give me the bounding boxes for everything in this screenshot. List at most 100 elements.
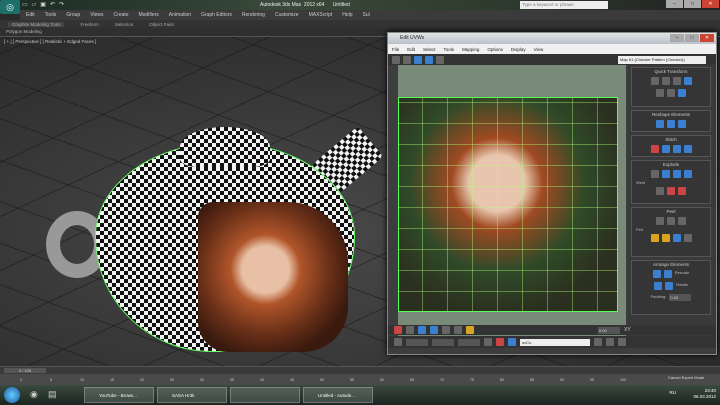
straighten-selection-icon[interactable] bbox=[656, 120, 664, 128]
expert-mode-button[interactable]: Cancel Expert Mode bbox=[668, 375, 704, 380]
language-indicator[interactable]: RU bbox=[670, 390, 677, 396]
open-icon[interactable]: ▱ bbox=[32, 1, 37, 8]
relax-icon[interactable] bbox=[667, 120, 675, 128]
freeform-icon[interactable] bbox=[425, 55, 433, 64]
menu-graph-editors[interactable]: Graph Editors bbox=[201, 12, 232, 18]
app-logo-button[interactable]: ◎ bbox=[0, 0, 20, 14]
menu-rendering[interactable]: Rendering bbox=[242, 12, 265, 18]
rotate-ccw-icon[interactable] bbox=[678, 89, 686, 97]
new-icon[interactable]: ▭ bbox=[22, 1, 28, 8]
flatten-icon[interactable] bbox=[672, 170, 681, 178]
relax-options-icon[interactable] bbox=[678, 120, 686, 128]
hide-icon[interactable] bbox=[496, 338, 504, 346]
save-icon[interactable]: ▣ bbox=[40, 1, 46, 8]
tab-freeform[interactable]: Freeform bbox=[80, 22, 98, 27]
stitch-source-icon[interactable] bbox=[672, 145, 681, 153]
rotate-icon[interactable] bbox=[403, 55, 411, 64]
uv-maximize-button[interactable]: □ bbox=[685, 34, 699, 42]
uv-close-button[interactable]: ✕ bbox=[700, 34, 714, 42]
time-slider-thumb[interactable]: 0 / 100 bbox=[4, 368, 46, 373]
edge-to-seam-icon[interactable] bbox=[661, 234, 670, 242]
absolute-mode-icon[interactable] bbox=[394, 338, 402, 346]
peel-mode-icon[interactable] bbox=[667, 217, 675, 225]
uv-menu-select[interactable]: Select bbox=[423, 47, 436, 52]
taskbar-item-folder[interactable]: SASA Hr3k bbox=[157, 387, 227, 403]
pan-icon[interactable] bbox=[594, 338, 602, 346]
uv-menu-file[interactable]: File bbox=[392, 47, 399, 52]
menu-group[interactable]: Group bbox=[66, 12, 80, 18]
rotate-90-icon[interactable] bbox=[683, 77, 692, 85]
minimize-button[interactable]: – bbox=[666, 0, 683, 8]
shrink-icon[interactable] bbox=[454, 326, 462, 334]
weld-selected-icon[interactable] bbox=[667, 187, 675, 195]
pelt-seam-icon[interactable] bbox=[650, 234, 659, 242]
menu-customize[interactable]: Customize bbox=[275, 12, 299, 18]
uv-menu-tools[interactable]: Tools bbox=[444, 47, 455, 52]
weld-target-icon[interactable] bbox=[656, 187, 664, 195]
uv-menu-display[interactable]: Display bbox=[511, 47, 526, 52]
taskbar-item-youtube[interactable]: YouTube - Brows... bbox=[84, 387, 154, 403]
rescale-checkbox[interactable]: Rescale bbox=[675, 270, 689, 278]
tab-object-paint[interactable]: Object Paint bbox=[149, 22, 174, 27]
stitch-avg-icon[interactable] bbox=[661, 145, 670, 153]
search-input[interactable]: Type a keyword or phrase bbox=[520, 1, 608, 9]
taskbar-item-program[interactable] bbox=[230, 387, 300, 403]
tab-graphite-modeling-tools[interactable]: Graphite Modeling Tools bbox=[8, 21, 65, 27]
pin-icon[interactable] bbox=[683, 234, 692, 242]
uv-menu-view[interactable]: View bbox=[534, 47, 544, 52]
align-icon[interactable] bbox=[650, 77, 659, 85]
maximize-button[interactable]: □ bbox=[684, 0, 701, 8]
detach-icon[interactable] bbox=[661, 170, 670, 178]
menu-tools[interactable]: Tools bbox=[45, 12, 57, 18]
uv-menu-options[interactable]: Options bbox=[487, 47, 503, 52]
v-field[interactable] bbox=[432, 338, 454, 346]
select-element-icon[interactable] bbox=[406, 326, 414, 334]
menu-sul[interactable]: Sul bbox=[363, 12, 370, 18]
edge-mode-icon[interactable] bbox=[430, 326, 438, 334]
straighten-icon[interactable] bbox=[656, 89, 664, 97]
select-mode-icon[interactable] bbox=[394, 326, 402, 334]
explorer-icon[interactable]: ▤ bbox=[48, 389, 57, 400]
zoom-icon[interactable] bbox=[606, 338, 614, 346]
uv-minimize-button[interactable]: – bbox=[670, 34, 684, 42]
flip-icon[interactable] bbox=[672, 77, 681, 85]
uv-menu-mapping[interactable]: Mapping bbox=[462, 47, 479, 52]
time-slider[interactable]: 0 / 100 bbox=[0, 366, 720, 374]
pack-normalize-icon[interactable] bbox=[663, 270, 672, 278]
start-button[interactable] bbox=[4, 387, 20, 403]
menu-modifiers[interactable]: Modifiers bbox=[138, 12, 158, 18]
pack-custom-icon[interactable] bbox=[654, 282, 663, 290]
spacing-icon[interactable] bbox=[667, 89, 675, 97]
quick-peel-icon[interactable] bbox=[656, 217, 664, 225]
freeze-icon[interactable] bbox=[508, 338, 516, 346]
track-bar[interactable]: 0 5 10 15 20 25 30 35 40 45 50 55 60 65 70 75 80 85 90 95 10… bbox=[0, 374, 720, 385]
taskbar-item-3dsmax[interactable]: Untitled - Autode... bbox=[303, 387, 373, 403]
menu-maxscript[interactable]: MAXScript bbox=[309, 12, 333, 18]
grow-icon[interactable] bbox=[442, 326, 450, 334]
u-field[interactable] bbox=[406, 338, 428, 346]
uv-menu-edit[interactable]: Edit bbox=[407, 47, 415, 52]
value-spinner[interactable]: 0.00 bbox=[598, 326, 620, 334]
uv-mesh[interactable] bbox=[398, 97, 618, 312]
clock-date[interactable]: 06.03.2012 bbox=[693, 394, 716, 400]
scale-icon[interactable] bbox=[414, 55, 422, 64]
menu-animation[interactable]: Animation bbox=[169, 12, 191, 18]
viewport-label[interactable]: [ + ] [ Perspective ] [ Realistic + Edge… bbox=[4, 39, 96, 44]
zoom-region-icon[interactable] bbox=[618, 338, 626, 346]
channel-dropdown[interactable]: uvCo bbox=[520, 338, 590, 346]
soft-select-icon[interactable] bbox=[466, 326, 474, 334]
redo-icon[interactable]: ↷ bbox=[59, 1, 64, 8]
stitch-target-icon[interactable] bbox=[650, 145, 659, 153]
xy-toggle[interactable]: XY bbox=[624, 327, 631, 333]
menu-create[interactable]: Create bbox=[113, 12, 128, 18]
menu-help[interactable]: Help bbox=[342, 12, 352, 18]
mirror-icon[interactable] bbox=[436, 55, 444, 64]
media-player-icon[interactable]: ◉ bbox=[30, 389, 38, 400]
pack-together-icon[interactable] bbox=[665, 282, 674, 290]
tab-selection[interactable]: Selection bbox=[115, 22, 134, 27]
pack-icon[interactable] bbox=[652, 270, 661, 278]
lock-icon[interactable] bbox=[484, 338, 492, 346]
flatten-angle-icon[interactable] bbox=[683, 170, 692, 178]
undo-icon[interactable]: ↶ bbox=[50, 1, 55, 8]
map-select-dropdown[interactable]: Map #1 (Checker Pattern (Checker)) bbox=[618, 56, 706, 64]
